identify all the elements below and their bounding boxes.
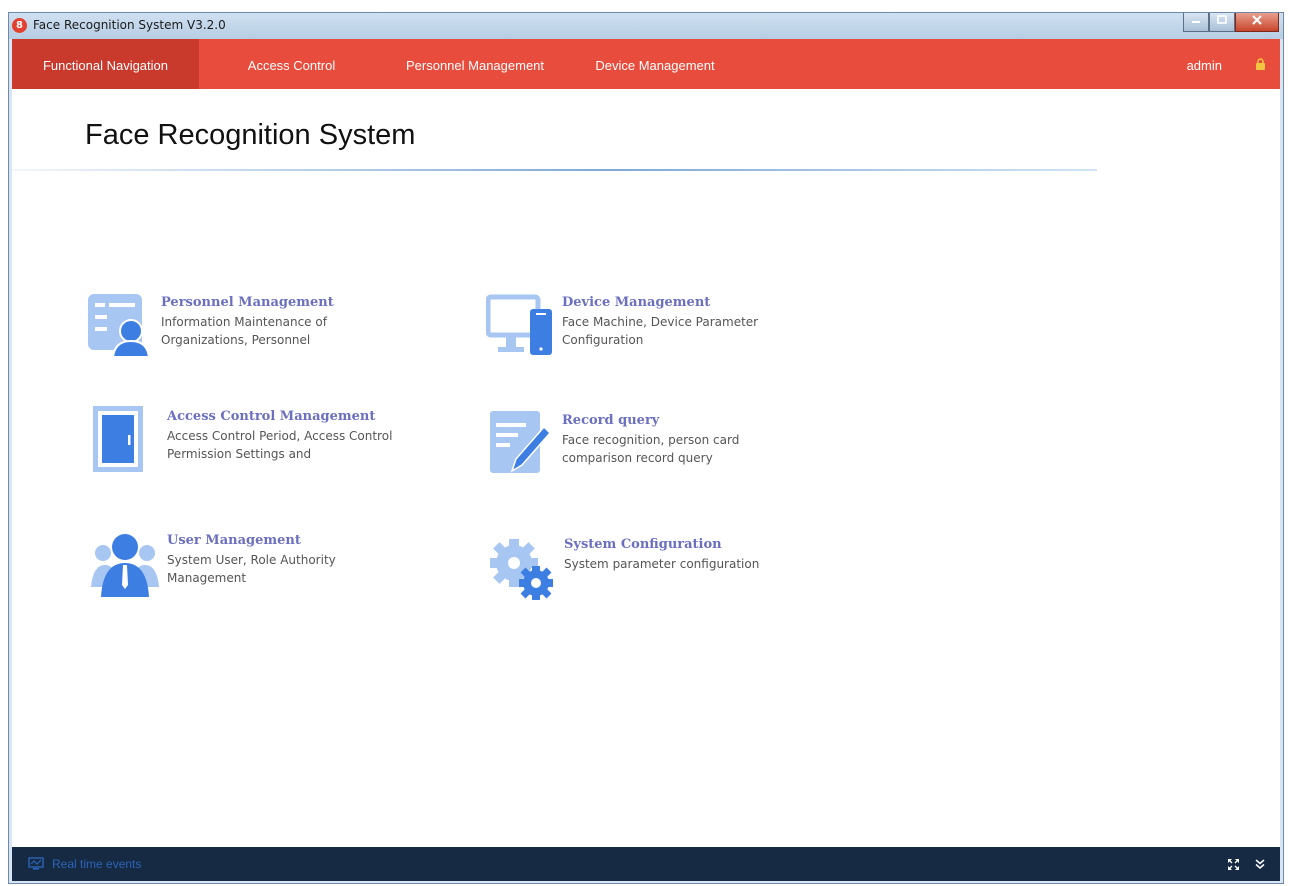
nav-personnel-management[interactable]: Personnel Management — [395, 39, 555, 89]
title-divider — [12, 169, 1097, 171]
nav-access-control[interactable]: Access Control — [229, 39, 354, 89]
user-group-icon — [91, 534, 159, 597]
window-controls — [1183, 13, 1279, 33]
window-title: Face Recognition System V3.2.0 — [33, 18, 226, 32]
card-record-query[interactable]: Record query Face recognition, person ca… — [486, 409, 816, 489]
card-user-management[interactable]: User Management System User, Role Author… — [91, 529, 421, 609]
app-window: 8 Face Recognition System V3.2.0 Functio… — [8, 12, 1284, 884]
realtime-events-link[interactable]: Real time events — [52, 857, 141, 871]
card-description: System parameter configuration — [564, 557, 760, 571]
monitor-icon[interactable] — [28, 857, 44, 871]
card-description: Face Machine, Device Parameter Configura… — [562, 315, 759, 347]
title-bar[interactable]: 8 Face Recognition System V3.2.0 — [9, 13, 1283, 39]
card-title: Record query — [562, 413, 660, 428]
current-user[interactable]: admin — [1187, 39, 1222, 89]
document-edit-icon — [490, 411, 552, 473]
card-description: System User, Role Authority Management — [167, 553, 336, 585]
app-logo-icon: 8 — [12, 18, 27, 33]
close-button[interactable] — [1235, 13, 1279, 32]
device-icon — [486, 294, 552, 355]
minimize-button[interactable] — [1183, 13, 1209, 32]
card-description: Information Maintenance of Organizations… — [161, 315, 327, 347]
maximize-icon — [1217, 15, 1227, 24]
app-content: Functional Navigation Access Control Per… — [12, 39, 1280, 881]
nav-functional-navigation[interactable]: Functional Navigation — [12, 39, 199, 89]
page-title: Face Recognition System — [85, 119, 416, 151]
card-title: User Management — [167, 533, 301, 548]
bottom-status-bar: Real time events — [12, 847, 1280, 881]
card-title: Device Management — [562, 295, 711, 310]
card-description: Face recognition, person card comparison… — [562, 433, 740, 465]
personnel-icon — [88, 294, 151, 358]
gear-icon — [490, 539, 553, 600]
card-access-control-management[interactable]: Access Control Management Access Control… — [91, 405, 421, 485]
close-icon — [1252, 15, 1262, 25]
chevron-down-icon[interactable] — [1254, 858, 1266, 870]
maximize-button[interactable] — [1209, 13, 1235, 32]
card-title: System Configuration — [564, 537, 722, 552]
lock-icon[interactable] — [1255, 58, 1266, 70]
card-title: Access Control Management — [167, 409, 376, 424]
door-icon — [93, 406, 143, 472]
card-title: Personnel Management — [161, 295, 334, 310]
minimize-icon — [1192, 21, 1200, 23]
expand-icon[interactable] — [1227, 858, 1240, 871]
card-device-management[interactable]: Device Management Face Machine, Device P… — [486, 291, 816, 371]
top-nav-bar: Functional Navigation Access Control Per… — [12, 39, 1280, 89]
card-personnel-management[interactable]: Personnel Management Information Mainten… — [85, 291, 415, 371]
card-system-configuration[interactable]: System Configuration System parameter co… — [488, 533, 818, 613]
card-description: Access Control Period, Access Control Pe… — [167, 429, 393, 461]
nav-device-management[interactable]: Device Management — [585, 39, 725, 89]
